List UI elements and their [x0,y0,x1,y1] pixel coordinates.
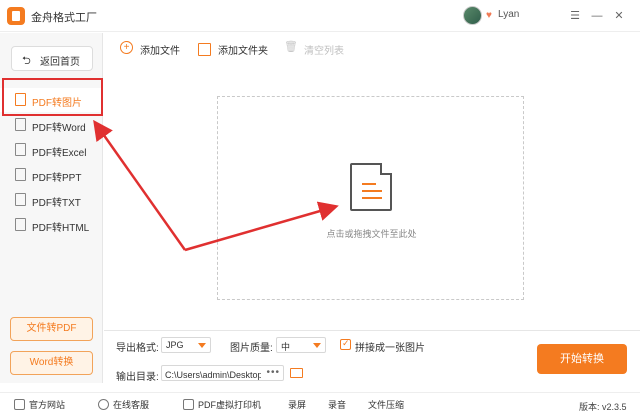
user-icon [98,399,109,410]
title-bar: 金舟格式工厂 ♥ Lyan ☰ — ✕ [0,0,640,32]
close-icon[interactable]: ✕ [608,5,630,27]
app-logo-icon [7,7,25,25]
open-folder-icon[interactable] [290,368,303,378]
back-home-label: 返回首页 [40,57,80,68]
pdf-printer-link[interactable]: PDF虚拟打印机 [183,398,261,411]
chevron-down-icon [198,343,206,348]
word-convert-button[interactable]: Word转换 [10,351,93,375]
version-text: 版本: v2.3.5 [579,402,627,412]
minimize-icon[interactable]: — [586,5,608,27]
start-convert-button[interactable]: 开始转换 [537,344,627,374]
excel-icon [15,143,26,156]
word-icon [15,118,26,131]
output-path-value: C:\Users\admin\Desktop\金 [165,370,261,380]
app-title: 金舟格式工厂 [31,12,97,24]
sidebar-item-label: PDF转TXT [32,198,81,209]
sidebar-item-label: PDF转HTML [32,223,90,234]
audio-record-link[interactable]: 录音 [328,398,346,411]
sidebar-item-pdf-to-html[interactable]: PDF转HTML [0,213,103,237]
trash-icon: 🗑 [284,41,298,53]
menu-icon[interactable]: ☰ [564,5,586,27]
sidebar-item-label: PDF转Word [32,123,86,134]
document-line [362,183,376,185]
export-format-value: JPG [166,340,184,350]
sidebar-item-pdf-to-excel[interactable]: PDF转Excel [0,138,103,162]
back-arrow-icon: ⮌ [22,55,31,67]
add-file-button[interactable]: + 添加文件 [120,40,190,58]
printer-icon [183,399,194,410]
merge-label: 拼接成一张图片 [355,343,425,354]
quality-value: 中 [281,342,291,352]
txt-icon [15,193,26,206]
document-icon [350,163,392,211]
screen-record-label: 录屏 [288,400,307,410]
drop-hint-text: 点击或拖拽文件至此处 [326,229,417,239]
annotation-arrow-to-sidebar [93,119,187,251]
document-line [362,197,382,199]
add-folder-label: 添加文件夹 [218,46,268,57]
back-home-button[interactable]: ⮌ 返回首页 [11,46,93,71]
annotation-highlight-box [2,78,103,116]
export-format-select[interactable]: JPG [161,337,211,353]
file-drop-zone[interactable]: 点击或拖拽文件至此处 [217,96,524,300]
official-site-label: 官方网站 [29,400,66,410]
document-fold [380,163,392,175]
clear-list-button[interactable]: 🗑 清空列表 [284,40,354,58]
sidebar-item-label: PDF转Excel [32,148,87,159]
file-to-pdf-button[interactable]: 文件转PDF [10,317,93,341]
more-icon[interactable]: ••• [266,367,280,378]
options-panel: 导出格式: JPG 图片质量: 中 拼接成一张图片 输出目录: C:\Users… [104,330,640,383]
clear-list-label: 清空列表 [304,46,344,57]
html-icon [15,218,26,231]
output-dir-label: 输出目录: [116,372,159,383]
vip-heart-icon: ♥ [486,10,492,21]
output-path-field[interactable]: C:\Users\admin\Desktop\金 ••• [161,365,284,381]
status-bar: 官方网站 在线客服 PDF虚拟打印机 录屏 录音 文件压缩 版本: v2.3.5 [0,392,640,416]
sidebar-item-pdf-to-word[interactable]: PDF转Word [0,113,103,137]
sidebar-item-pdf-to-txt[interactable]: PDF转TXT [0,188,103,212]
quality-select[interactable]: 中 [276,337,326,353]
pdf-printer-label: PDF虚拟打印机 [198,400,262,410]
sidebar-item-label: PDF转PPT [32,173,82,184]
username[interactable]: Lyan [498,9,519,20]
online-support-link[interactable]: 在线客服 [98,398,149,411]
avatar[interactable] [463,6,482,25]
audio-record-label: 录音 [328,400,347,410]
file-compress-label: 文件压缩 [368,400,405,410]
add-file-icon: + [120,41,133,54]
monitor-icon [14,399,25,410]
document-line [362,190,382,192]
file-compress-link[interactable]: 文件压缩 [368,398,404,411]
add-file-label: 添加文件 [140,46,180,57]
folder-icon [198,43,211,56]
add-folder-button[interactable]: 添加文件夹 [198,40,278,58]
online-support-label: 在线客服 [113,400,150,410]
chevron-down-icon [313,343,321,348]
merge-checkbox[interactable] [340,338,351,350]
sidebar-item-pdf-to-ppt[interactable]: PDF转PPT [0,163,103,187]
screen-record-link[interactable]: 录屏 [288,398,306,411]
quality-label: 图片质量: [230,343,273,354]
export-format-label: 导出格式: [116,343,159,354]
ppt-icon [15,168,26,181]
toolbar: + 添加文件 添加文件夹 🗑 清空列表 [104,33,640,63]
official-site-link[interactable]: 官方网站 [14,398,65,411]
